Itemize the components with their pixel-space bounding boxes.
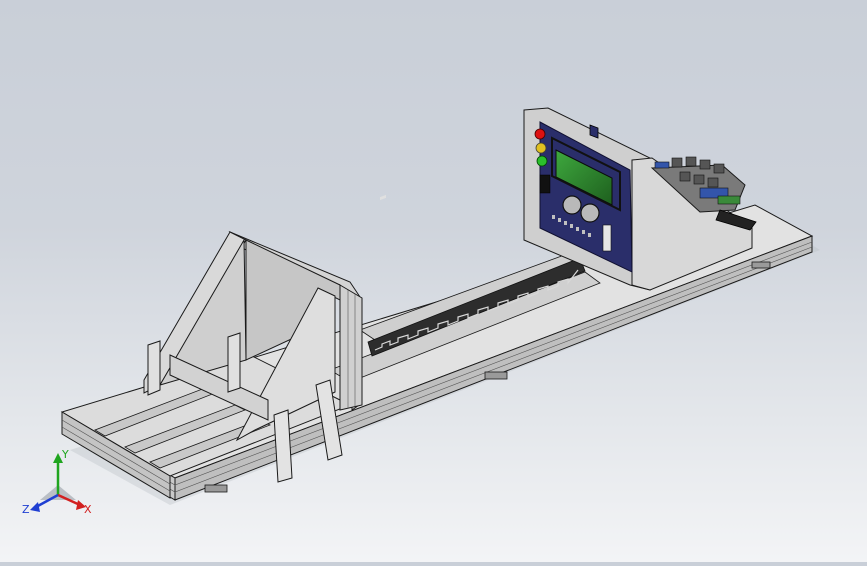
tab-mid[interactable] <box>227 332 241 393</box>
holder-upright[interactable] <box>339 284 363 411</box>
cad-viewport[interactable] <box>0 0 867 562</box>
x-axis-label: X <box>84 503 92 516</box>
rack-teeth <box>380 194 386 201</box>
foot <box>484 371 508 380</box>
foot <box>204 484 228 493</box>
led-red-icon <box>534 128 546 140</box>
y-axis-label: Y <box>61 448 69 461</box>
power-switch[interactable] <box>539 174 551 194</box>
connector <box>602 224 612 252</box>
z-axis-label: Z <box>22 503 30 516</box>
view-orientation-triad[interactable]: Y X Z <box>18 445 98 525</box>
z-axis-arrow-icon <box>30 502 40 512</box>
ultrasonic-sensor-left <box>562 195 582 215</box>
led-yellow-icon <box>535 142 547 154</box>
ultrasonic-sensor-right <box>580 203 600 223</box>
tab-left[interactable] <box>147 340 161 396</box>
foot <box>751 261 771 269</box>
assembly-model[interactable] <box>0 0 867 562</box>
led-green-icon <box>536 155 548 167</box>
